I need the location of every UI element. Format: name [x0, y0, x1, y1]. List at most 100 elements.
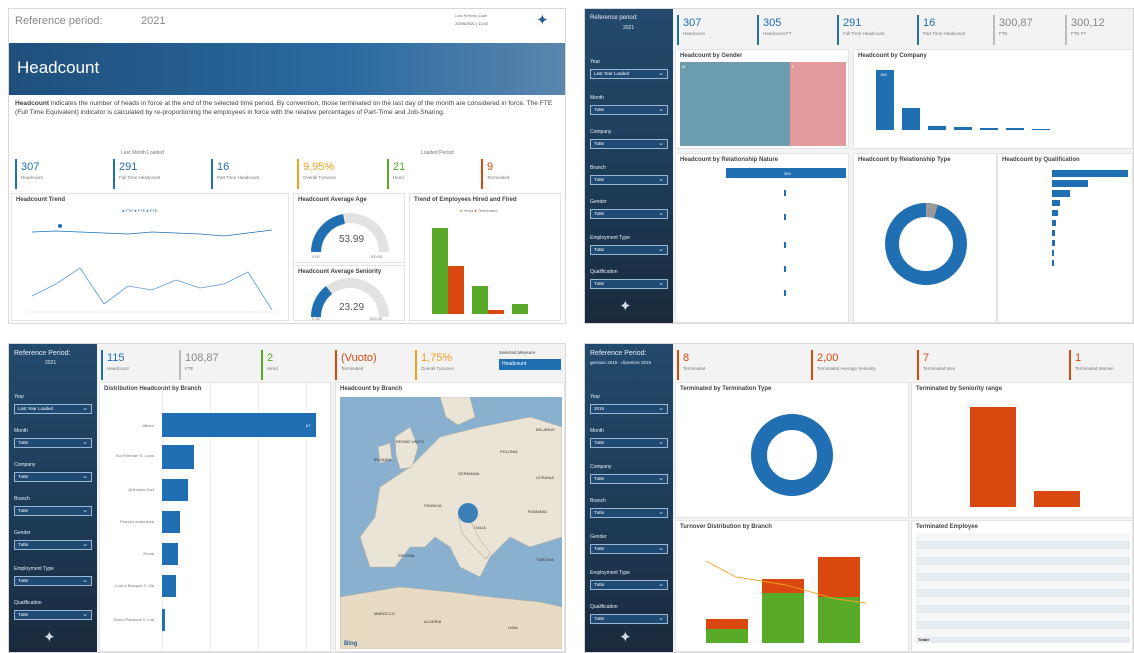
kpi-label: Overall Turnover	[421, 366, 455, 371]
bar-hired-3	[512, 304, 528, 314]
legend-terminated-dot: ●	[474, 208, 477, 213]
filter-sidebar: Reference Period: 2021 Year Last Year Lo…	[9, 344, 97, 652]
kpi-full-time: 291 Full Time Headcount	[113, 159, 203, 189]
filter-employment-type-select[interactable]: Tutte	[590, 245, 668, 255]
filter-employment-type-select[interactable]: Tutte	[14, 576, 92, 586]
filter-gender-label: Gender	[590, 534, 607, 540]
filter-company-select[interactable]: Tutte	[14, 472, 92, 482]
reference-period-label: Reference Period:	[14, 350, 71, 357]
age-max: 100.00	[370, 254, 383, 259]
filter-year-select[interactable]: Last Year Loaded	[590, 69, 668, 79]
loaded-period-label: Loaded Period	[421, 150, 454, 156]
filter-company-label: Company	[590, 464, 612, 470]
qualification-bar-6	[1052, 220, 1056, 226]
branch-map[interactable]: REGNO UNITO FRANCIA GERMANIA POLONIA UCR…	[340, 397, 562, 649]
filter-month-select[interactable]: Tutte	[590, 105, 668, 115]
kpi-value: 291	[119, 161, 138, 173]
filter-branch-select[interactable]: Tutte	[590, 175, 668, 185]
filter-employment-type-select[interactable]: Tutte	[590, 580, 668, 590]
filter-gender-select[interactable]: Tutte	[590, 544, 668, 554]
reference-period-year: 2021	[623, 25, 635, 31]
map-label: ALGERIA	[424, 619, 442, 624]
branch-location-bubble	[458, 503, 478, 523]
kpi-value: 21	[393, 161, 406, 173]
filter-company-select[interactable]: Tutte	[590, 474, 668, 484]
qualification-bar-2	[1052, 180, 1088, 187]
company-bar-4	[954, 127, 972, 130]
donut-slice-minor	[925, 202, 939, 219]
filter-qualification-label: Qualification	[590, 269, 618, 275]
filter-branch-select[interactable]: Tutte	[14, 506, 92, 516]
filter-gender-select[interactable]: Tutte	[14, 540, 92, 550]
kpi-hired: 21 Hired	[387, 159, 467, 189]
qualification-bar-9	[1052, 250, 1054, 256]
average-seniority-value: 23.29	[339, 302, 365, 313]
gender-title: Headcount by Gender	[680, 53, 743, 59]
reference-period-year: 2021	[141, 15, 166, 27]
branch-label: Roma	[143, 551, 154, 556]
filter-gender-label: Gender	[590, 199, 607, 205]
filter-gender-select[interactable]: Tutte	[590, 209, 668, 219]
relationship-bar-2	[784, 190, 786, 196]
kpi-value: 300,87	[999, 17, 1033, 29]
selected-measure-select[interactable]: Headcount	[499, 359, 561, 370]
filter-month-select[interactable]: Tutte	[14, 438, 92, 448]
reference-period-label: Reference Period:	[590, 350, 647, 357]
kpi-value: 2,00	[817, 352, 839, 364]
kpi-strip: 8 Terminated 2,00 Terminated Average Senio…	[677, 350, 1131, 380]
relationship-type-card: Headcount by Relationship Type	[853, 153, 997, 323]
kpi-label: Part Time Headcount	[217, 175, 260, 180]
turnover-line	[705, 560, 867, 604]
filter-year-select[interactable]: Last Year Loaded	[14, 404, 92, 414]
filter-employment-type-label: Employment Type	[590, 570, 630, 576]
kpi-label: Headcount FT	[763, 31, 792, 36]
terminated-employee-title: Terminated Employee	[916, 524, 978, 530]
hired-fired-legend: ● Hired ● Terminated	[460, 208, 498, 213]
filter-month-select[interactable]: Tutte	[590, 438, 668, 448]
kpi-label: Headcount	[21, 175, 43, 180]
filter-qualification-select[interactable]: Tutte	[590, 279, 668, 289]
qualification-bar-4	[1052, 200, 1060, 206]
headcount-overview-panel: Reference period: 2021 Last Refresh Date…	[8, 8, 566, 324]
donut-ring	[885, 203, 967, 285]
trend-legend: ● FTE ● FTE ● FTE	[122, 208, 158, 213]
filter-branch-select[interactable]: Tutte	[590, 508, 668, 518]
headcount-trend-chart	[26, 224, 278, 313]
branch-bar	[162, 511, 180, 533]
kpi-headcount: 307 Headcount	[677, 15, 751, 45]
average-seniority-gauge	[310, 278, 389, 318]
kpi-label: Terminated	[341, 366, 364, 371]
kpi-label: FTE FT	[1071, 31, 1087, 36]
filter-qualification-select[interactable]: Tutte	[590, 614, 668, 624]
map-label: IRLANDA	[374, 457, 392, 462]
kpi-label: Terminated Men	[923, 366, 956, 371]
kpi-value: 9,95%	[303, 161, 335, 173]
branch-distribution-title: Distribution Headcount by Branch	[104, 386, 202, 392]
average-seniority-title: Headcount Average Seniority	[298, 269, 382, 275]
branch-bar	[162, 543, 178, 565]
reference-period-label: Reference period:	[15, 15, 103, 27]
company-top-value: 165	[880, 72, 887, 77]
filter-year-select[interactable]: 2015	[590, 404, 668, 414]
hired-fired-title: Trend of Employees Hired and Fired	[414, 197, 517, 203]
filter-company-select[interactable]: Tutte	[590, 139, 668, 149]
selected-measure-label: Selected Measure	[499, 350, 536, 355]
legend-hired: Hired	[463, 208, 474, 213]
bar-terminated-1	[448, 266, 464, 314]
qualification-bar-10	[1052, 260, 1054, 266]
average-age-value: 53.99	[339, 234, 365, 245]
map-label: GERMANIA	[458, 471, 480, 476]
company-logo-icon: ✦	[619, 297, 632, 315]
gender-card: Headcount by Gender M F	[675, 49, 849, 149]
bar-hired-1	[432, 228, 448, 314]
company-logo-icon: ✦	[619, 628, 632, 646]
legend-hired-dot: ●	[460, 208, 463, 213]
average-age-title: Headcount Average Age	[298, 197, 367, 203]
company-bar-6	[1006, 128, 1024, 130]
filter-qualification-select[interactable]: Tutte	[14, 610, 92, 620]
company-card: Headcount by Company 165	[853, 49, 1133, 149]
company-logo-icon: ✦	[43, 628, 56, 646]
banner-title: Headcount	[17, 58, 100, 77]
filter-branch-label: Branch	[590, 498, 606, 504]
qualification-bar-7	[1052, 230, 1055, 236]
